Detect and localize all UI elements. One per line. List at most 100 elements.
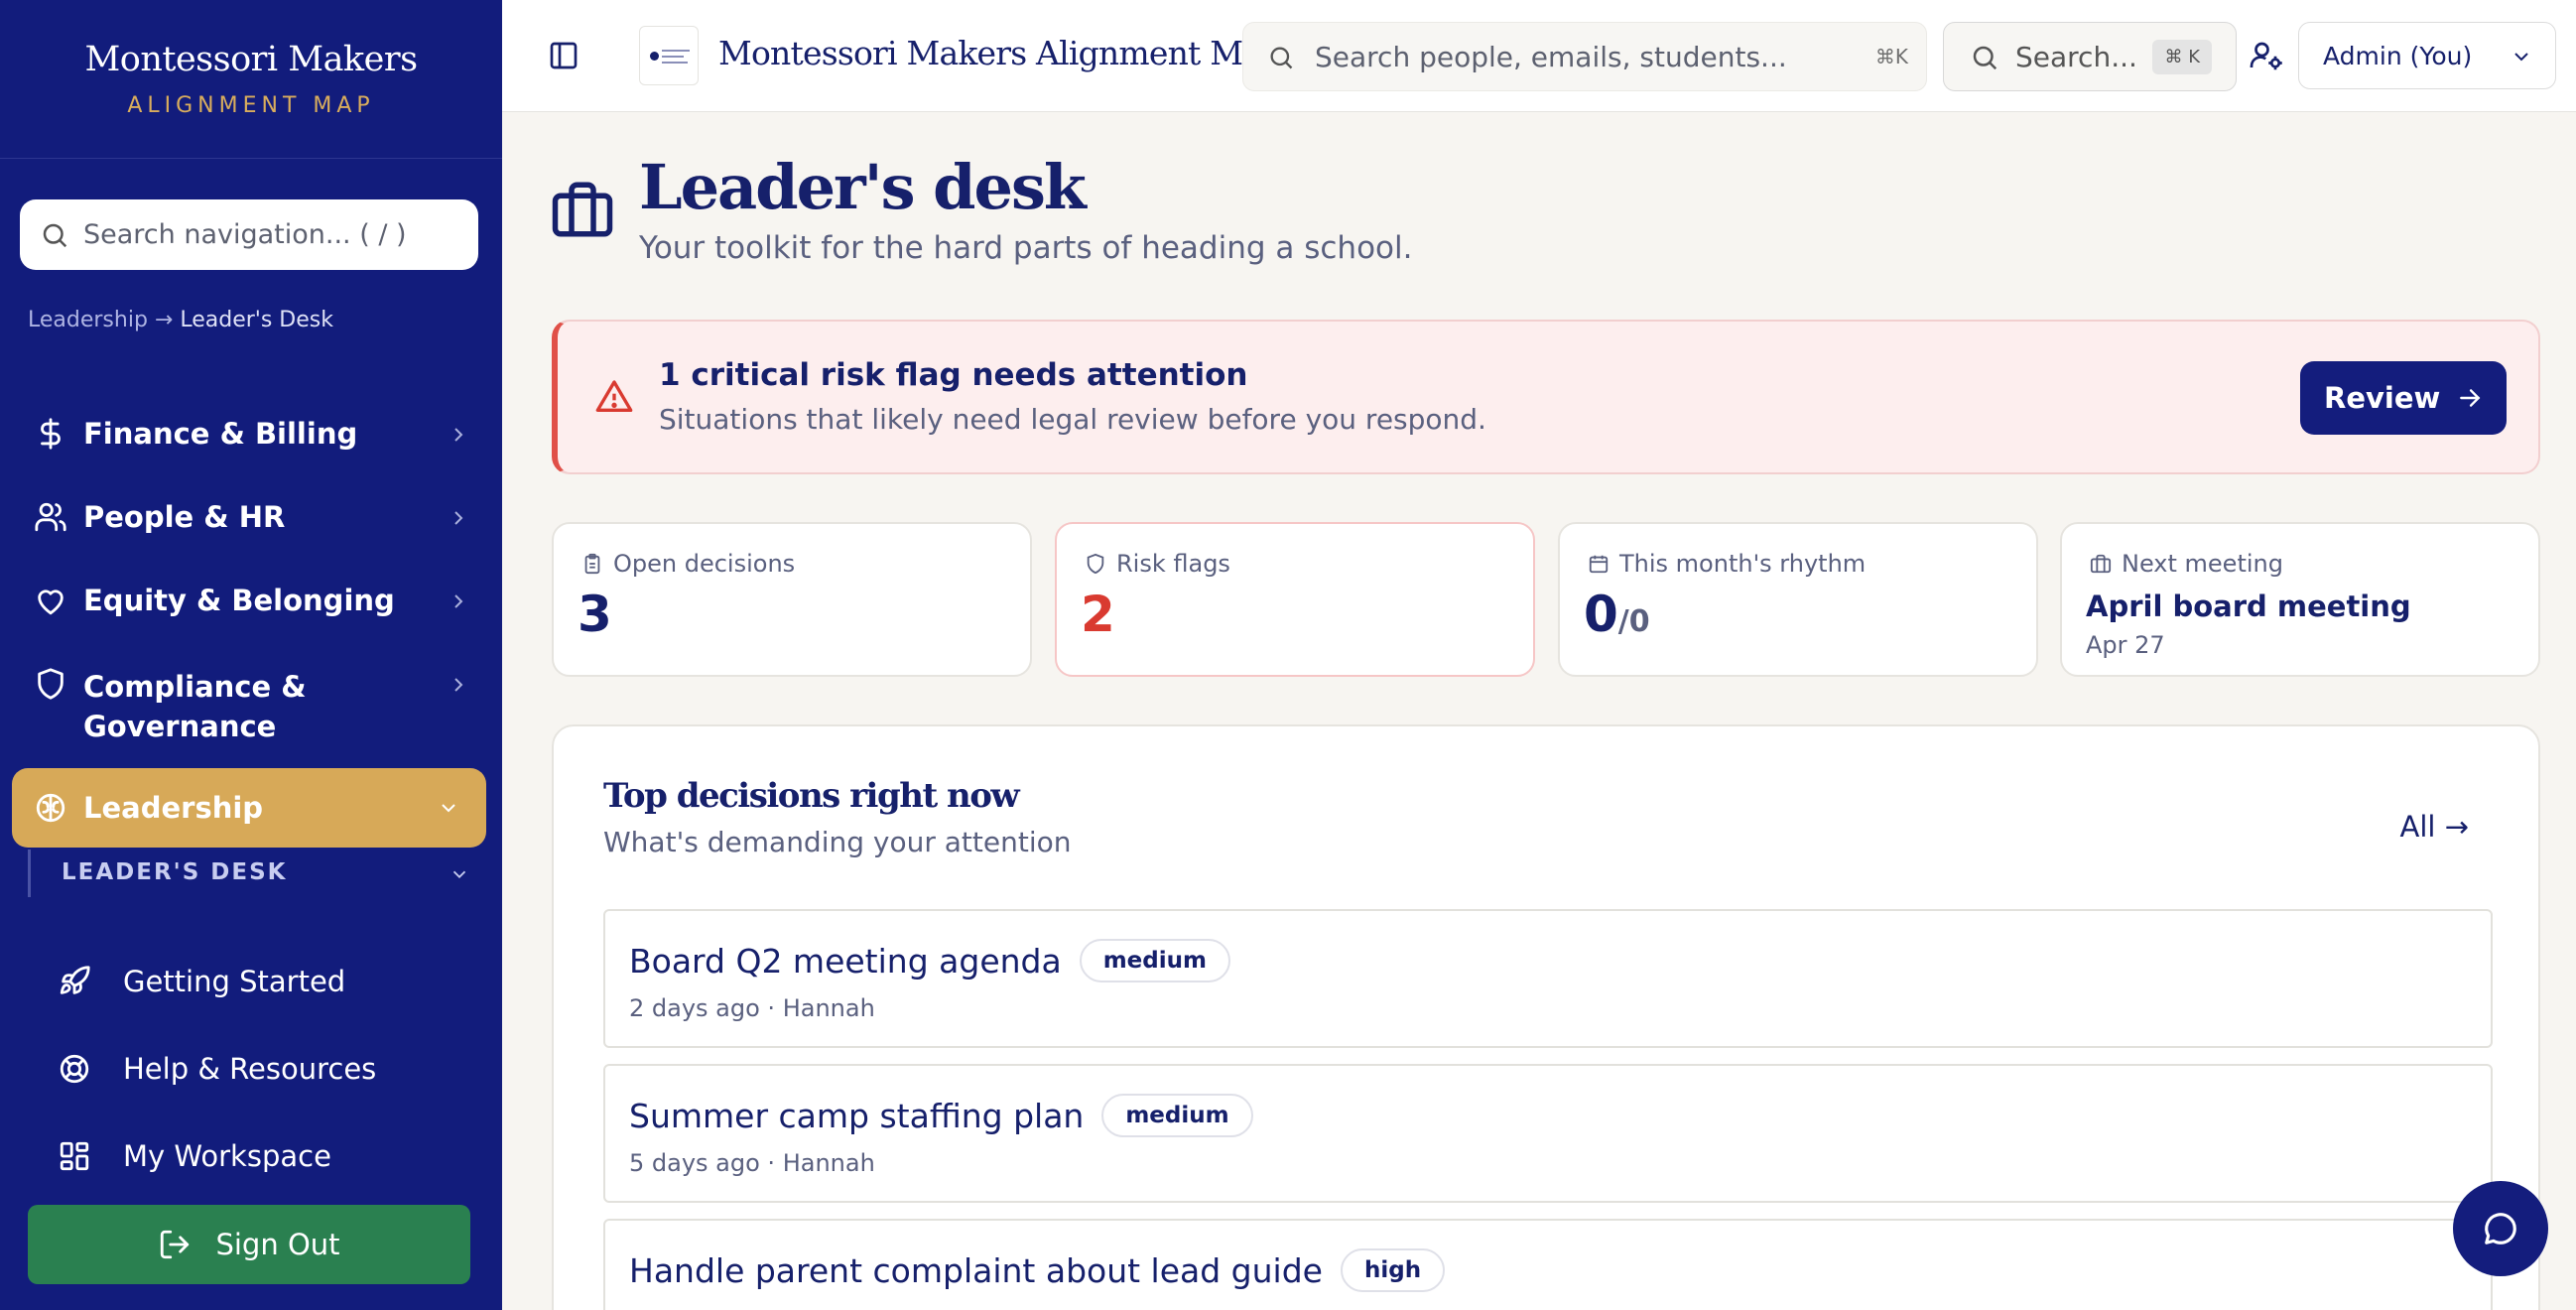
chevron-right-icon [454, 678, 463, 692]
decision-title: Board Q2 meeting agenda medium [629, 939, 1230, 982]
risk-flags-card[interactable]: Risk flags 2 [1055, 522, 1535, 677]
decision-row[interactable]: Summer camp staffing plan medium 5 days … [603, 1064, 2493, 1203]
heart-icon [38, 590, 64, 615]
label-line-2: Governance [83, 710, 277, 743]
sidebar-item-label: Leadership [83, 791, 264, 825]
chat-button[interactable] [2453, 1181, 2548, 1276]
breadcrumb-parent[interactable]: Leadership [28, 308, 148, 332]
card-label: Next meeting [2090, 550, 2283, 578]
calendar-icon [1589, 555, 1609, 574]
card-label-text: Open decisions [613, 550, 796, 578]
brain-icon [36, 793, 65, 823]
grid-icon [60, 1141, 89, 1171]
rhythm-done: 0 [1584, 586, 1618, 643]
decision-meta: 5 days ago · Hannah [629, 1149, 875, 1177]
priority-badge: medium [1079, 939, 1230, 982]
nav-search[interactable] [20, 199, 478, 270]
review-button[interactable]: Review [2300, 361, 2507, 435]
command-search-button[interactable]: Search... ⌘ K [1943, 22, 2237, 91]
briefcase-icon [552, 182, 613, 237]
panel-title: Top decisions right now [603, 776, 1020, 816]
nav-search-input[interactable] [83, 219, 460, 250]
command-search-label: Search... [2015, 40, 2137, 73]
search-icon [1270, 47, 1293, 69]
help-resources-label: Help & Resources [123, 1052, 377, 1086]
page-title: Leader's desk [639, 151, 1087, 223]
sign-out-button[interactable]: Sign Out [28, 1205, 470, 1284]
breadcrumb-current: Leader's Desk [180, 308, 333, 332]
sidebar-item-compliance[interactable]: Compliance & Governance [34, 667, 470, 746]
decision-meta: 2 days ago · Hannah [629, 994, 875, 1022]
warning-icon [595, 380, 633, 412]
help-resources-link[interactable]: Help & Resources [58, 1052, 376, 1086]
next-meeting-date: Apr 27 [2086, 631, 2165, 659]
sidebar: Montessori Makers ALIGNMENT MAP Leadersh… [0, 0, 502, 1310]
decision-row[interactable]: Handle parent complaint about lead guide… [603, 1219, 2493, 1310]
topbar: Montessori Makers Alignment Map ⌘K Searc… [502, 0, 2576, 112]
brand-name: Montessori Makers [84, 40, 418, 79]
decision-title: Handle parent complaint about lead guide… [629, 1248, 1446, 1292]
chevron-right-icon [454, 428, 463, 442]
shortcut-badge: ⌘ K [2152, 40, 2212, 74]
sidebar-item-equity[interactable]: Equity & Belonging [34, 584, 470, 617]
page-subtitle: Your toolkit for the hard parts of headi… [639, 230, 1413, 266]
logo-line [662, 62, 688, 64]
search-icon [43, 223, 67, 248]
my-workspace-link[interactable]: My Workspace [58, 1139, 331, 1173]
decision-title: Summer camp staffing plan medium [629, 1094, 1253, 1137]
rhythm-card[interactable]: This month's rhythm 0/0 [1558, 522, 2038, 677]
sidebar-item-label: Equity & Belonging [83, 584, 395, 617]
risk-alert-banner: 1 critical risk flag needs attention Sit… [552, 320, 2540, 474]
user-menu[interactable]: Admin (You) [2298, 22, 2556, 89]
sidebar-item-label: People & HR [83, 500, 286, 534]
chevron-down-icon[interactable] [449, 863, 470, 885]
chat-icon [2485, 1213, 2516, 1244]
decision-row[interactable]: Board Q2 meeting agenda medium 2 days ag… [603, 909, 2493, 1048]
card-label-text: Risk flags [1116, 550, 1230, 578]
alert-subtitle: Situations that likely need legal review… [659, 403, 1486, 436]
risk-flags-count: 2 [1081, 586, 1115, 643]
next-meeting-card[interactable]: Next meeting April board meeting Apr 27 [2060, 522, 2540, 677]
sidebar-item-label: Compliance & Governance [83, 667, 307, 746]
card-label: This month's rhythm [1588, 550, 1866, 578]
shield-icon [38, 668, 64, 700]
chevron-right-icon [454, 511, 463, 525]
lifebuoy-icon [60, 1054, 89, 1084]
open-decisions-count: 3 [578, 586, 612, 643]
decision-title-text: Board Q2 meeting agenda [629, 941, 1062, 981]
sidebar-item-leadership[interactable]: Leadership [12, 768, 486, 848]
log-out-icon [161, 1230, 190, 1259]
user-menu-label: Admin (You) [2323, 41, 2473, 70]
sidebar-item-people[interactable]: People & HR [34, 500, 470, 534]
top-decisions-panel: Top decisions right now What's demanding… [552, 724, 2540, 1310]
sidebar-item-finance[interactable]: Finance & Billing [34, 417, 470, 451]
submenu-leaders-desk[interactable]: LEADER'S DESK [62, 859, 288, 885]
briefcase-icon [2090, 554, 2112, 574]
user-settings-icon[interactable] [2249, 38, 2284, 73]
chevron-down-icon [2514, 53, 2528, 62]
app-logo[interactable] [639, 26, 699, 85]
next-meeting-title: April board meeting [2086, 590, 2411, 623]
arrow-right-icon [2460, 389, 2481, 407]
label-line-1: Compliance & [83, 670, 307, 704]
dollar-icon [41, 418, 61, 450]
brand-subtitle: ALIGNMENT MAP [127, 93, 375, 118]
chevron-right-icon [454, 594, 463, 608]
review-label: Review [2324, 381, 2441, 415]
view-all-link[interactable]: All → [2400, 810, 2469, 844]
getting-started-label: Getting Started [123, 965, 346, 998]
decision-title-text: Handle parent complaint about lead guide [629, 1250, 1323, 1290]
alert-title: 1 critical risk flag needs attention [659, 357, 1248, 393]
getting-started-link[interactable]: Getting Started [58, 965, 345, 998]
sidebar-toggle-icon[interactable] [548, 40, 580, 71]
global-search-input[interactable] [1315, 40, 1851, 73]
open-decisions-card[interactable]: Open decisions 3 [552, 522, 1032, 677]
rocket-icon [60, 966, 90, 994]
submenu-line [28, 850, 31, 897]
brand[interactable]: Montessori Makers ALIGNMENT MAP [0, 0, 502, 159]
shield-icon [1087, 553, 1104, 575]
priority-badge: medium [1101, 1094, 1253, 1137]
card-label-text: Next meeting [2122, 550, 2283, 578]
card-label-text: This month's rhythm [1619, 550, 1867, 578]
global-search[interactable]: ⌘K [1242, 22, 1927, 91]
